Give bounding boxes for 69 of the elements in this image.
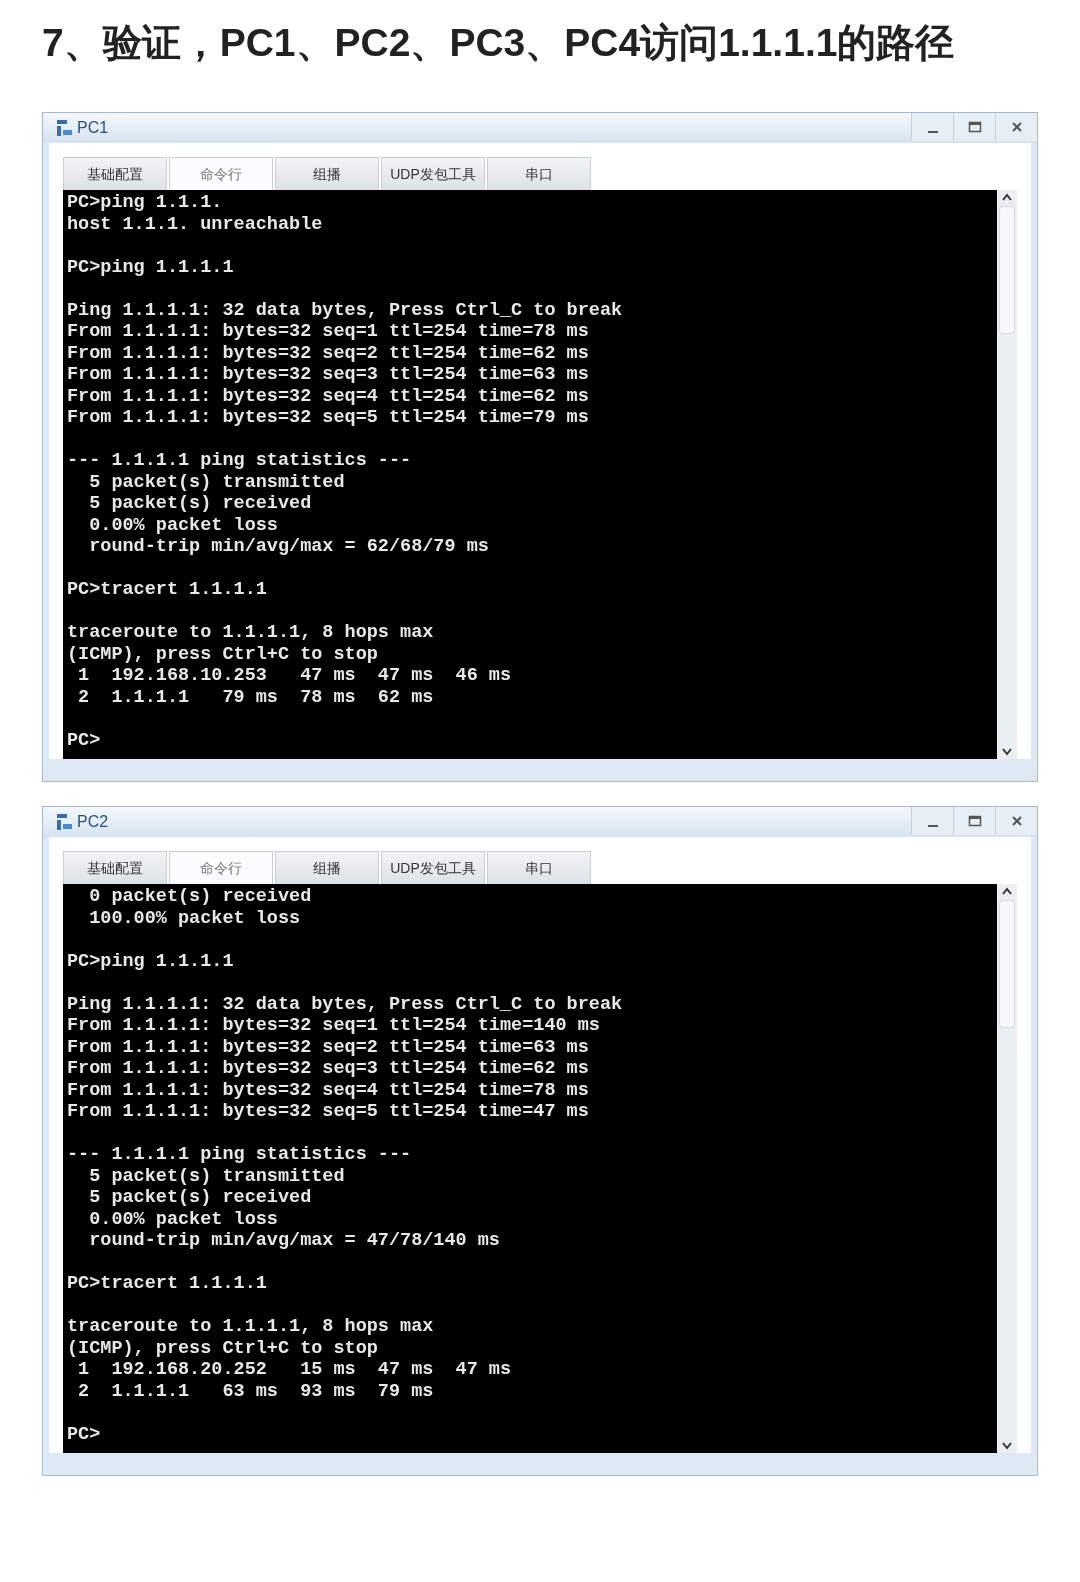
terminal-line: From 1.1.1.1: bytes=32 seq=3 ttl=254 time=62 ms (67, 1058, 589, 1080)
pc-icon (55, 812, 75, 832)
terminal-line: PC>ping 1.1.1.1 (67, 256, 234, 278)
terminal-line: (ICMP), press Ctrl+C to stop (67, 643, 378, 665)
terminal-line: 5 packet(s) transmitted (88, 471, 345, 493)
terminal-line: 2 1.1.1.1 79 ms 78 ms 62 ms (77, 686, 434, 708)
terminal-line: --- 1.1.1.1 ping statistics --- (67, 1144, 412, 1166)
terminal-line: PC> (67, 1423, 101, 1445)
terminal-line: From 1.1.1.1: bytes=32 seq=5 ttl=254 time=47 ms (67, 1101, 589, 1123)
terminal-line: PC> (67, 729, 101, 751)
close-icon (1009, 120, 1024, 134)
minimize-icon (927, 825, 938, 827)
tab[interactable]: 基础配置 (63, 157, 167, 190)
terminal-line: 100.00% packet loss (88, 907, 301, 929)
terminal-line: 1 192.168.10.253 47 ms 47 ms 46 ms (77, 665, 512, 687)
terminal-line: 5 packet(s) received (88, 493, 312, 515)
terminal-line: 0.00% packet loss (88, 1208, 278, 1230)
tab[interactable]: 组播 (275, 157, 379, 190)
terminal-line: 1 192.168.20.252 15 ms 47 ms 47 ms (77, 1359, 512, 1381)
minimize-icon (927, 131, 938, 133)
tab[interactable]: 串口 (487, 851, 591, 884)
maximize-button[interactable] (953, 807, 995, 835)
terminal-line: PC>ping 1.1.1. (67, 192, 223, 214)
terminal-line: From 1.1.1.1: bytes=32 seq=3 ttl=254 time=63 ms (67, 364, 589, 386)
pc-icon (55, 118, 75, 138)
terminal-line: PC>ping 1.1.1.1 (67, 950, 234, 972)
terminal-line: From 1.1.1.1: bytes=32 seq=1 ttl=254 time=140 ms (67, 1015, 600, 1037)
terminal-line: host 1.1.1. unreachable (67, 213, 323, 235)
maximize-button[interactable] (953, 113, 995, 141)
terminal-line: From 1.1.1.1: bytes=32 seq=5 ttl=254 time=79 ms (67, 407, 589, 429)
window-title: PC1 (77, 118, 109, 138)
close-icon (1009, 814, 1024, 828)
terminal-line: 0.00% packet loss (88, 514, 278, 536)
terminal-line: From 1.1.1.1: bytes=32 seq=4 ttl=254 time=62 ms (67, 385, 589, 407)
terminal-line: round-trip min/avg/max = 47/78/140 ms (88, 1230, 500, 1252)
terminal-line: 2 1.1.1.1 63 ms 93 ms 79 ms (77, 1380, 434, 1402)
scrollbar[interactable] (997, 884, 1017, 1453)
close-button[interactable] (995, 113, 1037, 141)
tab[interactable]: 串口 (487, 157, 591, 190)
terminal-line: From 1.1.1.1: bytes=32 seq=4 ttl=254 time=78 ms (67, 1079, 589, 1101)
terminal-line: Ping 1.1.1.1: 32 data bytes, Press Ctrl_C to break (67, 299, 623, 321)
maximize-icon (967, 814, 982, 828)
scrollbar-thumb[interactable] (999, 206, 1015, 334)
scrollbar[interactable] (997, 190, 1017, 759)
scrollbar-thumb[interactable] (999, 900, 1015, 1028)
tab[interactable]: UDP发包工具 (381, 851, 485, 884)
terminal-line: traceroute to 1.1.1.1, 8 hops max (67, 1316, 434, 1338)
tab[interactable]: 命令行 (169, 157, 273, 190)
terminal-line: round-trip min/avg/max = 62/68/79 ms (88, 536, 489, 558)
terminal-line: From 1.1.1.1: bytes=32 seq=2 ttl=254 time=63 ms (67, 1036, 589, 1058)
terminal-line: Ping 1.1.1.1: 32 data bytes, Press Ctrl_C to break (67, 993, 623, 1015)
tab[interactable]: 基础配置 (63, 851, 167, 884)
tab[interactable]: 组播 (275, 851, 379, 884)
terminal-line: PC>tracert 1.1.1.1 (67, 579, 267, 601)
terminal-line: 0 packet(s) received (88, 886, 312, 908)
tab[interactable]: 命令行 (169, 851, 273, 884)
heading: 7、验证，PC1、PC2、PC3、PC4访问1.1.1.1的路径 (41, 20, 956, 66)
maximize-icon (967, 120, 982, 134)
terminal-line: 5 packet(s) transmitted (88, 1165, 345, 1187)
window-title: PC2 (77, 812, 109, 832)
terminal-line: traceroute to 1.1.1.1, 8 hops max (67, 622, 434, 644)
terminal-line: --- 1.1.1.1 ping statistics --- (67, 450, 412, 472)
terminal-line: From 1.1.1.1: bytes=32 seq=1 ttl=254 time=78 ms (67, 321, 589, 343)
terminal-line: From 1.1.1.1: bytes=32 seq=2 ttl=254 time=62 ms (67, 342, 589, 364)
tab[interactable]: UDP发包工具 (381, 157, 485, 190)
close-button[interactable] (995, 807, 1037, 835)
terminal-line: (ICMP), press Ctrl+C to stop (67, 1337, 378, 1359)
terminal-line: 5 packet(s) received (88, 1187, 312, 1209)
terminal-line: PC>tracert 1.1.1.1 (67, 1273, 267, 1295)
